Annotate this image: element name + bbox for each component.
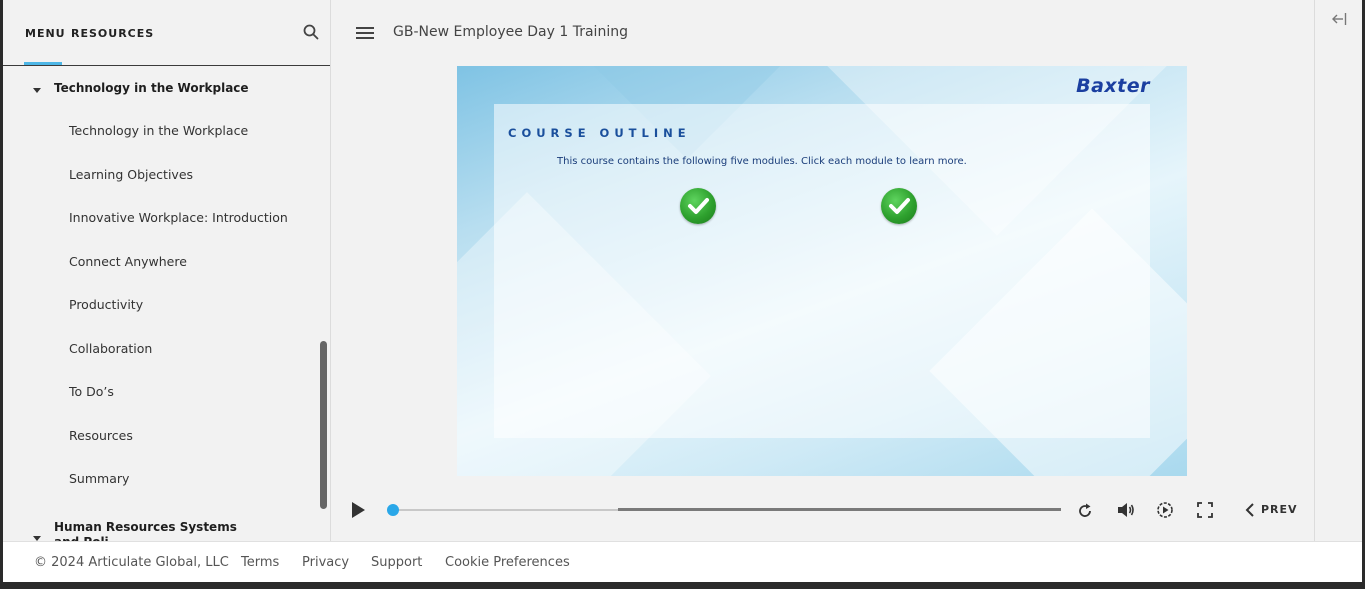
sidebar-item-connect-anywhere[interactable]: Connect Anywhere — [69, 254, 187, 269]
chevron-left-icon[interactable] — [1244, 502, 1256, 518]
sidebar: MENU RESOURCES Technology in the Workpla… — [3, 0, 331, 541]
footer-copyright: © 2024 Articulate Global, LLC — [34, 555, 229, 570]
collapse-sidebar-icon[interactable] — [1331, 12, 1347, 26]
sidebar-next-section-title[interactable]: Human Resources Systems and Poli... — [54, 520, 264, 541]
sidebar-item-productivity[interactable]: Productivity — [69, 297, 143, 312]
volume-icon[interactable] — [1116, 501, 1136, 519]
footer-link-terms[interactable]: Terms — [241, 555, 279, 570]
prev-button[interactable]: PREV — [1261, 503, 1298, 516]
search-icon[interactable] — [303, 24, 319, 40]
course-title: GB-New Employee Day 1 Training — [393, 24, 628, 40]
tab-resources[interactable]: RESOURCES — [71, 27, 154, 40]
footer-link-support[interactable]: Support — [371, 555, 422, 570]
app-window: MENU RESOURCES Technology in the Workpla… — [3, 0, 1362, 582]
checkmark-icon[interactable] — [881, 188, 917, 224]
slide-stage: Baxter COURSE OUTLINE This course contai… — [457, 66, 1187, 476]
sidebar-item-todos[interactable]: To Do’s — [69, 384, 114, 399]
outline-title: COURSE OUTLINE — [508, 126, 691, 140]
right-rail — [1314, 0, 1362, 541]
main-content: GB-New Employee Day 1 Training Baxter CO… — [332, 0, 1314, 541]
checkmark-icon[interactable] — [680, 188, 716, 224]
footer-link-privacy[interactable]: Privacy — [302, 555, 349, 570]
sidebar-item-technology[interactable]: Technology in the Workplace — [69, 123, 248, 138]
section-expand-caret-icon[interactable] — [33, 88, 41, 93]
seek-buffer — [618, 508, 1061, 511]
sidebar-tabs: MENU RESOURCES — [3, 0, 330, 66]
seek-knob[interactable] — [387, 504, 399, 516]
sidebar-scrollbar[interactable] — [320, 341, 327, 509]
sidebar-item-innovative-workplace[interactable]: Innovative Workplace: Introduction — [69, 210, 288, 225]
fullscreen-icon[interactable] — [1196, 501, 1214, 519]
sidebar-section-title[interactable]: Technology in the Workplace — [54, 81, 249, 95]
baxter-logo: Baxter — [1076, 75, 1150, 97]
outline-description: This course contains the following five … — [557, 156, 967, 167]
tab-menu[interactable]: MENU — [25, 27, 66, 40]
footer-link-cookie-preferences[interactable]: Cookie Preferences — [445, 555, 570, 570]
speed-icon[interactable] — [1156, 501, 1174, 519]
sidebar-item-resources[interactable]: Resources — [69, 428, 133, 443]
slide-panel — [494, 104, 1150, 438]
footer: © 2024 Articulate Global, LLC Terms Priv… — [3, 541, 1362, 582]
play-icon[interactable] — [352, 502, 365, 518]
sidebar-item-collaboration[interactable]: Collaboration — [69, 341, 152, 356]
hamburger-icon[interactable] — [356, 27, 374, 39]
active-tab-underline — [24, 62, 62, 65]
sidebar-item-learning-objectives[interactable]: Learning Objectives — [69, 167, 193, 182]
replay-icon[interactable] — [1076, 502, 1094, 520]
sidebar-item-summary[interactable]: Summary — [69, 471, 129, 486]
